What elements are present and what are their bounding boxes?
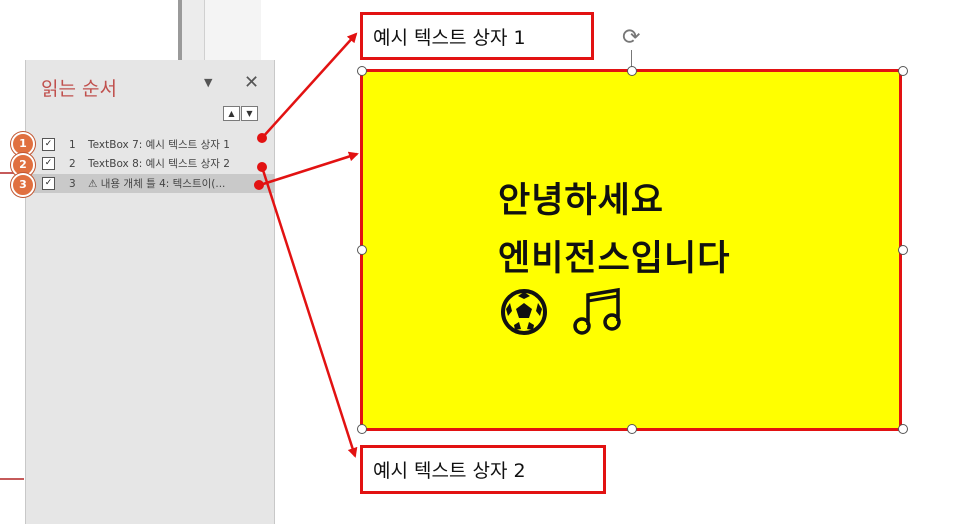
editor-background: [182, 0, 204, 60]
arrow-to-textbox-2: [260, 166, 358, 458]
reading-order-item[interactable]: ✓ 2 TextBox 8: 예시 텍스트 상자 2: [26, 154, 274, 173]
thumbnail-divider: [0, 478, 24, 480]
arrow-to-textbox-1: [261, 32, 358, 139]
reading-order-pane: 읽는 순서 ▼ ✕ ▲ ▼ ✓ 1 TextBox 7: 예시 텍스트 상자 1…: [25, 60, 275, 524]
pane-close-icon[interactable]: ✕: [244, 72, 259, 93]
slide-thumbnail-strip: [0, 0, 24, 524]
item-label: ⚠ 내용 개체 틀 4: 텍스트이(...: [88, 178, 226, 190]
item-number: 3: [69, 177, 76, 190]
item-label: TextBox 8: 예시 텍스트 상자 2: [88, 158, 230, 170]
resize-handle[interactable]: [357, 66, 367, 76]
resize-handle[interactable]: [898, 424, 908, 434]
music-notes-icon: [573, 287, 621, 335]
textbox-1[interactable]: 예시 텍스트 상자 1: [360, 12, 594, 60]
textbox-1-text: 예시 텍스트 상자 1: [373, 26, 526, 49]
item-number: 2: [69, 157, 76, 170]
soccer-ball-icon: [501, 289, 547, 335]
editor-background: [204, 0, 261, 60]
order-badge-3: 3: [11, 173, 35, 197]
resize-handle[interactable]: [627, 424, 637, 434]
rotate-handle-icon[interactable]: ⟳: [622, 25, 640, 50]
item-checkbox[interactable]: ✓: [42, 138, 55, 151]
content-line-1: 안녕하세요: [498, 181, 665, 221]
textbox-2[interactable]: 예시 텍스트 상자 2: [360, 445, 606, 494]
textbox-2-text: 예시 텍스트 상자 2: [373, 460, 526, 482]
content-line-2: 엔비전스입니다: [498, 239, 731, 279]
pane-options-dropdown-icon[interactable]: ▼: [204, 76, 212, 89]
item-checkbox[interactable]: ✓: [42, 177, 55, 190]
resize-handle[interactable]: [357, 424, 367, 434]
resize-handle[interactable]: [898, 66, 908, 76]
item-checkbox[interactable]: ✓: [42, 157, 55, 170]
reading-order-item-selected[interactable]: ✓ 3 ⚠ 내용 개체 틀 4: 텍스트이(...: [26, 174, 274, 193]
resize-handle[interactable]: [627, 66, 637, 76]
pane-title: 읽는 순서: [41, 78, 117, 100]
move-up-button[interactable]: ▲: [223, 106, 240, 121]
resize-handle[interactable]: [357, 245, 367, 255]
resize-handle[interactable]: [898, 245, 908, 255]
move-up-icon: ▲: [228, 109, 235, 118]
move-down-icon: ▼: [246, 109, 253, 118]
reorder-buttons: ▲ ▼: [223, 106, 258, 121]
move-down-button[interactable]: ▼: [241, 106, 258, 121]
item-number: 1: [69, 138, 76, 151]
item-label: TextBox 7: 예시 텍스트 상자 1: [88, 139, 230, 151]
content-placeholder[interactable]: 안녕하세요 엔비전스입니다: [360, 69, 902, 431]
reading-order-item[interactable]: ✓ 1 TextBox 7: 예시 텍스트 상자 1: [26, 135, 274, 154]
